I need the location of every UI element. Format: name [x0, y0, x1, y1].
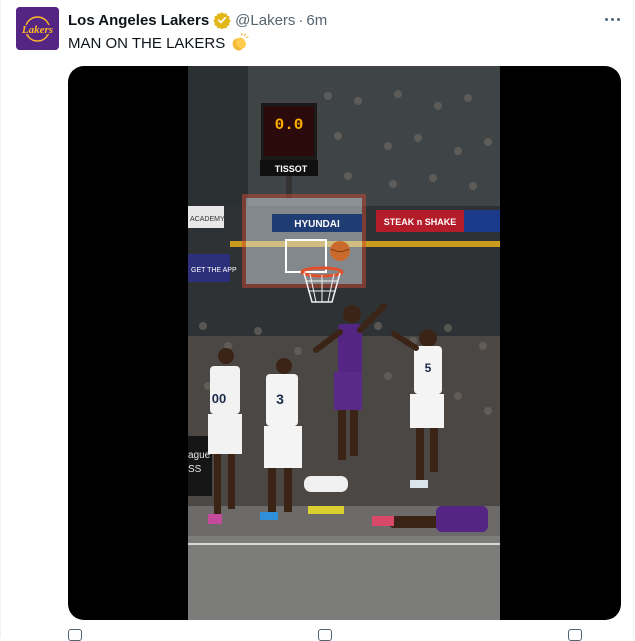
tweet-header: Los Angeles Lakers @Lakers · 6m [68, 10, 327, 30]
jersey-number-00: 00 [212, 391, 226, 406]
tweet-text-content: MAN ON THE LAKERS [68, 34, 226, 52]
video-frame[interactable]: 0.0 TISSOT ACADEMY STEAK n SHAKE GET THE… [188, 66, 500, 620]
verified-badge-icon [213, 11, 231, 30]
clapping-hands-icon [229, 33, 249, 53]
avatar[interactable]: Lakers [16, 7, 59, 50]
timeline-border-left [0, 0, 1, 638]
scoreboard-brand: TISSOT [275, 164, 308, 174]
banner-left-mid: GET THE APP [191, 267, 237, 274]
share-action[interactable] [568, 629, 582, 641]
like-action[interactable] [318, 629, 332, 641]
more-horizontal-icon[interactable] [600, 10, 624, 28]
jersey-number-5: 5 [425, 361, 432, 375]
author-name[interactable]: Los Angeles Lakers [68, 12, 209, 29]
share-icon [568, 629, 582, 641]
scoreboard-clock: 0.0 [275, 116, 304, 134]
reply-icon [68, 629, 82, 641]
lakers-logo-icon: Lakers [16, 7, 59, 50]
heart-icon [318, 629, 332, 641]
banner-right: STEAK n SHAKE [384, 217, 457, 227]
courtside-sign-text-2: SS [188, 464, 202, 475]
timeline-border-right [633, 0, 634, 638]
jersey-number-3: 3 [276, 391, 284, 407]
lakers-logo-text: Lakers [21, 24, 53, 36]
tweet-timestamp[interactable]: 6m [306, 12, 327, 29]
banner-left-top: ACADEMY [190, 216, 225, 223]
reply-action[interactable] [68, 629, 82, 641]
separator-dot: · [298, 11, 304, 29]
video-player[interactable]: 0.0 TISSOT ACADEMY STEAK n SHAKE GET THE… [68, 66, 621, 620]
backboard-sponsor: HYUNDAI [294, 219, 340, 230]
courtside-sign-text: ague [188, 450, 211, 461]
tweet-action-bar [68, 626, 621, 641]
author-handle[interactable]: @Lakers [235, 12, 295, 29]
tweet-text: MAN ON THE LAKERS [68, 33, 249, 53]
